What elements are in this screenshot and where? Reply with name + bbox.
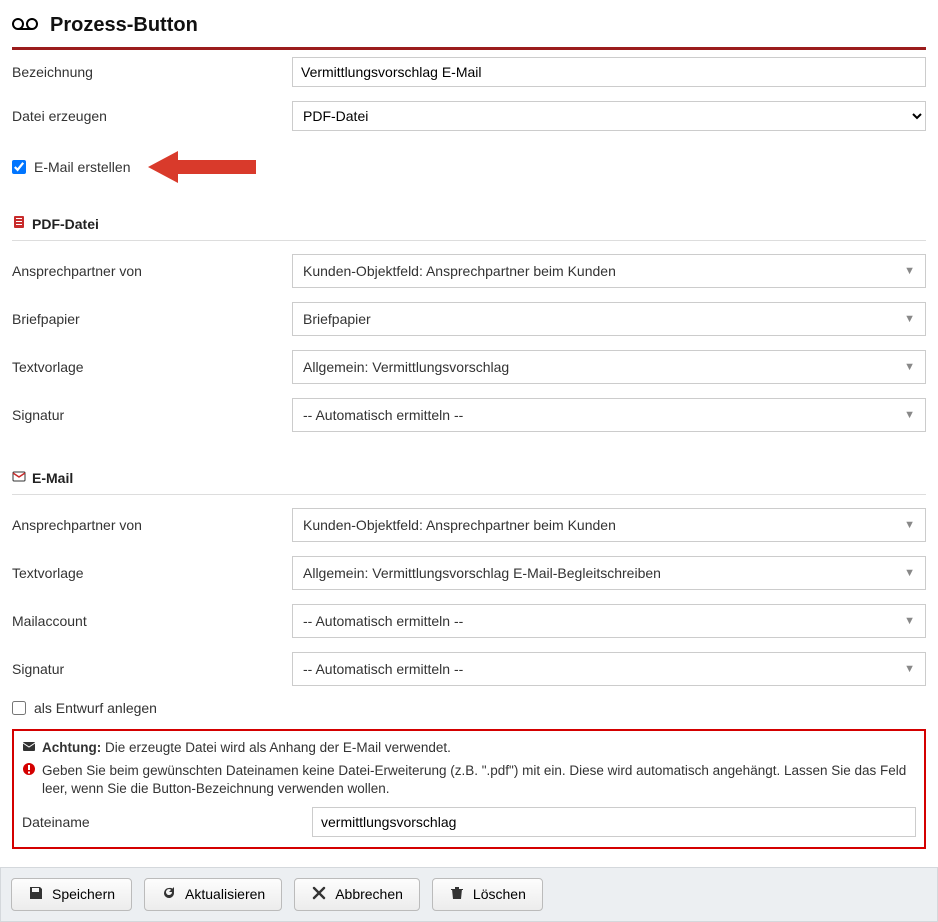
dateiname-input[interactable] [312, 807, 916, 837]
email-signatur-label: Signatur [12, 661, 292, 677]
aktualisieren-button[interactable]: Aktualisieren [144, 878, 282, 911]
achtung-text: Die erzeugte Datei wird als Anhang der E… [105, 740, 451, 755]
datei-erzeugen-label: Datei erzeugen [12, 108, 292, 124]
entwurf-checkbox[interactable] [12, 701, 26, 715]
page-header: Prozess-Button [12, 8, 926, 50]
chevron-down-icon: ▼ [904, 663, 915, 675]
email-textvorlage-label: Textvorlage [12, 565, 292, 581]
chevron-down-icon: ▼ [904, 313, 915, 325]
email-ansprechpartner-label: Ansprechpartner von [12, 517, 292, 533]
abbrechen-button[interactable]: Abbrechen [294, 878, 420, 911]
callout-arrow-icon [148, 147, 258, 190]
loeschen-button[interactable]: Löschen [432, 878, 543, 911]
voicemail-icon [12, 16, 38, 35]
achtung-label: Achtung: [42, 740, 101, 755]
pdf-section-header: PDF-Datei [12, 195, 926, 241]
bezeichnung-input[interactable] [292, 57, 926, 87]
email-erstellen-checkbox[interactable] [12, 160, 26, 174]
pdf-signatur-label: Signatur [12, 407, 292, 423]
button-bar: Speichern Aktualisieren Abbrechen Lösche… [0, 867, 938, 922]
chevron-down-icon: ▼ [904, 361, 915, 373]
email-mailaccount-label: Mailaccount [12, 613, 292, 629]
pdf-briefpapier-label: Briefpapier [12, 311, 292, 327]
attachment-icon [22, 739, 36, 758]
chevron-down-icon: ▼ [904, 567, 915, 579]
save-icon [28, 885, 44, 904]
pdf-ansprechpartner-select[interactable]: Kunden-Objektfeld: Ansprechpartner beim … [292, 254, 926, 288]
warning-icon [22, 762, 36, 781]
email-section-title: E-Mail [32, 470, 73, 486]
pdf-briefpapier-select[interactable]: Briefpapier ▼ [292, 302, 926, 336]
dateiname-label: Dateiname [22, 814, 312, 830]
email-section-header: E-Mail [12, 439, 926, 495]
pdf-ansprechpartner-label: Ansprechpartner von [12, 263, 292, 279]
trash-icon [449, 885, 465, 904]
entwurf-label: als Entwurf anlegen [34, 700, 157, 716]
mail-icon [12, 469, 26, 486]
page-title: Prozess-Button [50, 14, 198, 37]
chevron-down-icon: ▼ [904, 265, 915, 277]
email-textvorlage-select[interactable]: Allgemein: Vermittlungsvorschlag E-Mail-… [292, 556, 926, 590]
bezeichnung-label: Bezeichnung [12, 64, 292, 80]
pdf-textvorlage-label: Textvorlage [12, 359, 292, 375]
email-signatur-select[interactable]: -- Automatisch ermitteln -- ▼ [292, 652, 926, 686]
warning-callout: Achtung: Die erzeugte Datei wird als Anh… [12, 729, 926, 849]
refresh-icon [161, 885, 177, 904]
chevron-down-icon: ▼ [904, 519, 915, 531]
pdf-signatur-select[interactable]: -- Automatisch ermitteln -- ▼ [292, 398, 926, 432]
email-erstellen-label: E-Mail erstellen [34, 159, 130, 175]
cancel-icon [311, 885, 327, 904]
chevron-down-icon: ▼ [904, 409, 915, 421]
warning-text: Geben Sie beim gewünschten Dateinamen ke… [42, 762, 916, 798]
pdf-section-title: PDF-Datei [32, 216, 99, 232]
datei-erzeugen-select[interactable]: PDF-Datei [292, 101, 926, 131]
pdf-textvorlage-select[interactable]: Allgemein: Vermittlungsvorschlag ▼ [292, 350, 926, 384]
chevron-down-icon: ▼ [904, 615, 915, 627]
email-mailaccount-select[interactable]: -- Automatisch ermitteln -- ▼ [292, 604, 926, 638]
pdf-icon [12, 215, 26, 232]
email-ansprechpartner-select[interactable]: Kunden-Objektfeld: Ansprechpartner beim … [292, 508, 926, 542]
speichern-button[interactable]: Speichern [11, 878, 132, 911]
